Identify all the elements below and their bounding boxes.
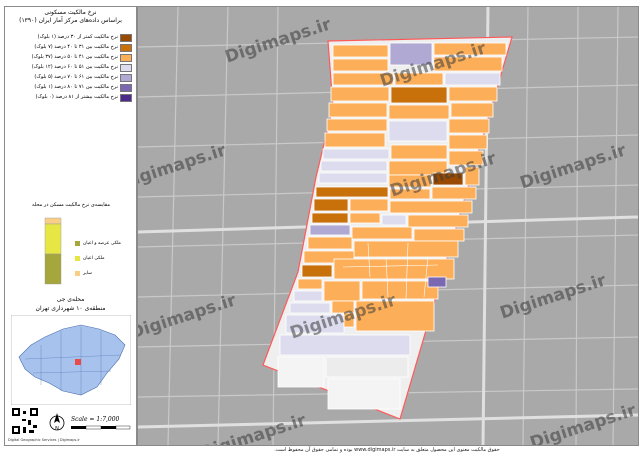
map-canvas: Digimaps.ir Digimaps.ir Digimaps.ir Digi…: [137, 6, 639, 446]
legend-item: نرخ مالکیت بین ۶۱ تا ۷۰ درصد (۵ بلوک): [10, 73, 132, 82]
svg-text:N: N: [55, 426, 59, 432]
sidebar: نرخ مالکیت مسکونی براساس داده‌های مرکز آ…: [4, 6, 137, 446]
legend-swatch: [120, 64, 132, 72]
map-sheet: نرخ مالکیت مسکونی براساس داده‌های مرکز آ…: [0, 0, 643, 461]
legend-swatch: [120, 54, 132, 62]
legend-label: نرخ مالکیت بین ۵۱ تا ۶۰ درصد (۱۲ بلوک): [31, 64, 118, 70]
legend-swatch: [120, 84, 132, 92]
legend-swatch-1: [75, 241, 80, 246]
scale-text: Scale = 1:7,000: [71, 416, 120, 423]
district-highlight: [75, 359, 81, 365]
legend-swatch: [120, 44, 132, 52]
legend-swatch: [120, 94, 132, 102]
legend-label: نرخ مالکیت بین ۶۱ تا ۷۰ درصد (۵ بلوک): [34, 74, 118, 80]
bar-building-owned-segment: [44, 223, 62, 255]
legend-swatch: [120, 34, 132, 42]
neighborhood-name: محله‌ی جی: [56, 296, 85, 303]
legend-item: نرخ مالکیت بیشتر از ۸۱ درصد (۰ بلوک): [10, 93, 132, 102]
legend-item: نرخ مالکیت بین ۴۱ تا ۵۰ درصد (۳۷ بلوک): [10, 53, 132, 62]
district-name: منطقه‌ی ۱۰ شهرداری تهران: [35, 305, 106, 312]
legend-label: نرخ مالکیت کمتر از ۳۰ درصد (۱ بلوک): [37, 34, 118, 40]
bar-land-and-building-segment: [44, 253, 62, 285]
legend-label: نرخ مالکیت بیشتر از ۸۱ درصد (۰ بلوک): [35, 94, 118, 100]
copyright-footer: حقوق مالکیت معنوی این محصول متعلق به سای…: [274, 447, 500, 453]
locator-map: [11, 315, 131, 405]
legend-label: نرخ مالکیت بین ۷۱ تا ۸۰ درصد (۱ بلوک): [34, 84, 118, 90]
legend-item: نرخ مالکیت بین ۷۱ تا ۸۰ درصد (۱ بلوک): [10, 83, 132, 92]
legend-item: نرخ مالکیت کمتر از ۳۰ درصد (۱ بلوک): [10, 33, 132, 42]
scale-bar: [71, 425, 131, 430]
credits: Digital Geographic Services | Digimaps.i…: [8, 438, 80, 442]
chart-legend-2: ملکی اعیان: [83, 256, 105, 261]
chart-title: مقایسه‌ی نرخ مالکیت مسکن در محله: [32, 202, 110, 208]
legend-swatch: [120, 74, 132, 82]
legend-item: نرخ مالکیت بین ۳۱ تا ۴۰ درصد (۷ بلوک): [10, 43, 132, 52]
chart-legend-3: سایر: [83, 271, 92, 276]
bar-other-segment: [44, 217, 62, 225]
legend-swatch-3: [75, 271, 80, 276]
north-arrow-icon: N: [49, 413, 65, 432]
legend-label: نرخ مالکیت بین ۴۱ تا ۵۰ درصد (۳۷ بلوک): [31, 54, 118, 60]
chart-legend-1: ملکی عرصه و اعیان: [83, 241, 121, 246]
qr-code: [11, 407, 39, 435]
legend-item: نرخ مالکیت بین ۵۱ تا ۶۰ درصد (۱۲ بلوک): [10, 63, 132, 72]
map-subtitle: براساس داده‌های مرکز آمار ایران (۱۳۹۰): [19, 17, 122, 24]
legend-label: نرخ مالکیت بین ۳۱ تا ۴۰ درصد (۷ بلوک): [34, 44, 118, 50]
legend-swatch-2: [75, 256, 80, 261]
map-title: نرخ مالکیت مسکونی: [44, 9, 97, 16]
